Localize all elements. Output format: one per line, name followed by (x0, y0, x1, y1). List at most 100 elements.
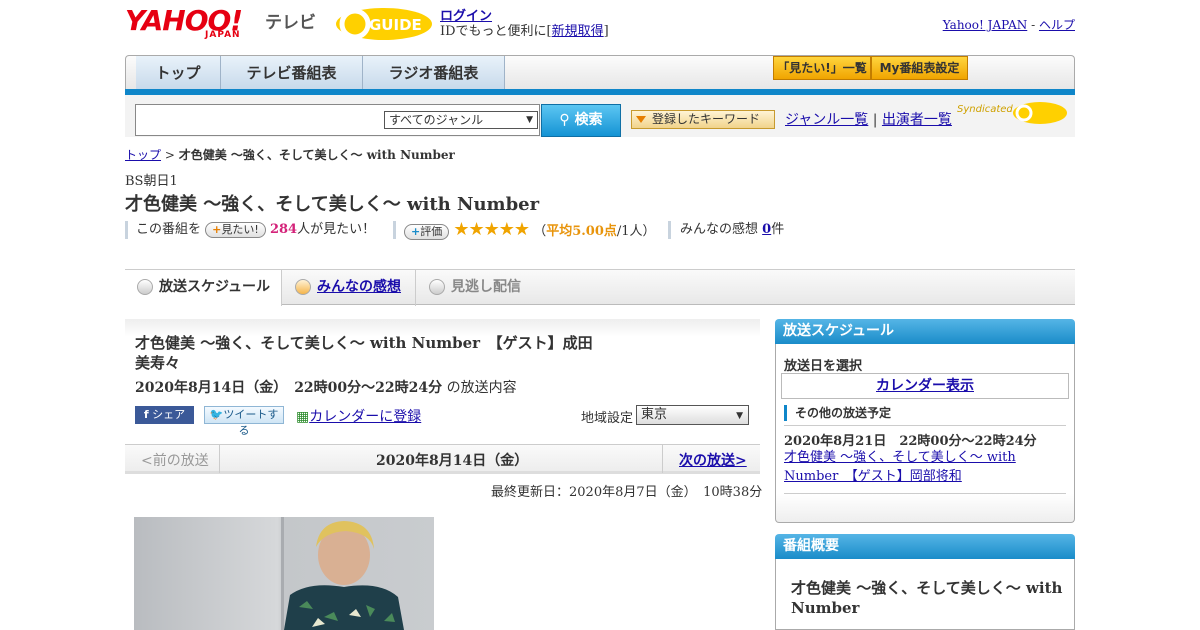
want-button[interactable]: +見たい! (205, 221, 266, 238)
want-suffix: 人が見たい！ (297, 222, 376, 237)
registered-keywords-button[interactable]: 登録したキーワード (631, 110, 775, 129)
rating-open: （ (533, 224, 547, 239)
search-button-label: 検索 (574, 112, 603, 128)
stat-divider (393, 221, 396, 239)
twitter-bird-icon: 🐦 (209, 408, 224, 421)
sidebar-overview-header: 番組概要 (775, 534, 1075, 559)
channel-name: BS朝日1 (125, 174, 178, 189)
calendar-register-link[interactable]: カレンダーに登録 (309, 409, 421, 425)
region-select-value: 東京 (641, 407, 668, 422)
episode-datetime-line: 2020年8月14日（金） 22時00分～22時24分 の放送内容 (135, 377, 517, 397)
genre-list-link[interactable]: ジャンル一覧 (785, 112, 868, 128)
breadcrumb-separator: > (164, 148, 175, 162)
stat-divider (668, 221, 671, 239)
impressions-count-link[interactable]: 0 (762, 222, 771, 237)
calendar-icon: ▦ (296, 409, 310, 425)
other-broadcasts-label: その他の放送予定 (784, 405, 891, 421)
want-list-button[interactable]: 「見たい!」一覧 (773, 56, 871, 80)
help-link[interactable]: ヘルプ (1039, 18, 1075, 32)
tab-missed-streaming[interactable]: 見逃し配信 (417, 270, 547, 306)
program-tabs: 放送スケジュール みんなの感想 見逃し配信 (125, 269, 1075, 306)
episode-datetime: 2020年8月14日（金） 22時00分～22時24分 (135, 380, 443, 396)
prev-broadcast-button[interactable]: <前の放送 (141, 450, 209, 470)
tv-logo-text[interactable]: テレビ (265, 8, 316, 33)
nav-tab-radio-schedule[interactable]: ラジオ番組表 (363, 56, 505, 90)
episode-title: 才色健美 ～強く、そして美しく～ with Number 【ゲスト】成田美寿々 (135, 334, 593, 372)
impressions-label: みんなの感想 (680, 222, 759, 237)
breadcrumb-top-link[interactable]: トップ (125, 148, 161, 162)
last-updated: 最終更新日：2020年8月7日（金） 10時38分 (491, 485, 763, 500)
overview-program-title: 才色健美 ～強く、そして美しく～ with Number (791, 579, 1063, 617)
tab-schedule-label: 放送スケジュール (159, 279, 271, 295)
id-promo-text: IDでもっと便利に[ (440, 24, 552, 39)
chevron-down-icon (137, 279, 153, 295)
want-button-label: 見たい! (221, 222, 259, 236)
want-count: 284 (269, 222, 298, 237)
guest-photo-illustration (281, 517, 404, 630)
region-select[interactable]: 東京 ▼ (636, 405, 749, 425)
header-links: Yahoo! JAPAN - ヘルプ (943, 16, 1075, 33)
want-prefix: この番組を (136, 222, 202, 237)
gguide-badge-logo (1013, 102, 1067, 124)
rating-button-label: 評価 (420, 224, 443, 238)
select-date-label: 放送日を選択 (784, 359, 863, 374)
calendar-display-box: カレンダー表示 (781, 373, 1069, 399)
stat-divider (125, 221, 128, 239)
divider (784, 493, 1066, 494)
rating-stars: ★★★★★ (453, 219, 530, 240)
program-title: 才色健美 ～強く、そして美しく～ with Number (125, 194, 540, 215)
pager-date: 2020年8月14日（金） (376, 453, 529, 469)
genre-select[interactable]: すべてのジャンル ▼ (384, 111, 538, 129)
tab-reviews-label: みんなの感想 (317, 279, 401, 295)
tab-reviews[interactable]: みんなの感想 (283, 270, 416, 306)
other-broadcast-link[interactable]: 才色健美 ～強く、そして美しく～ with Number 【ゲスト】岡部将和 (784, 448, 1064, 486)
signup-link[interactable]: 新規取得 (552, 24, 604, 39)
search-icon: ⚲ (559, 112, 570, 128)
chevron-down-icon: ▼ (736, 411, 743, 421)
id-promo-close: ] (603, 24, 609, 39)
pager-divider (219, 445, 220, 473)
facebook-icon: f (143, 408, 149, 421)
calendar-display-link[interactable]: カレンダー表示 (876, 378, 974, 394)
pager-divider (662, 445, 663, 473)
want-stats: この番組を +見たい! 284人が見たい！ (136, 220, 375, 240)
rating-stats: +評価 ★★★★★ （平均5.00点/1人） (404, 219, 656, 243)
play-icon (429, 279, 445, 295)
gguide-logo-text: GUIDE (369, 16, 422, 34)
rating-average: 平均5.00点 (546, 224, 617, 239)
calendar-register[interactable]: ▦カレンダーに登録 (296, 406, 421, 426)
facebook-share-label: シェア (152, 408, 186, 421)
sidebar-schedule-header: 放送スケジュール (775, 319, 1075, 344)
breadcrumb: トップ > 才色健美 ～強く、そして美しく～ with Number (125, 146, 455, 163)
performer-list-link[interactable]: 出演者一覧 (882, 112, 952, 128)
tab-missed-streaming-label: 見逃し配信 (451, 279, 521, 295)
gguide-logo[interactable]: GUIDE (335, 6, 433, 42)
other-broadcast-datetime: 2020年8月21日 22時00分～22時24分 (784, 434, 1037, 449)
rating-count: /1人） (616, 224, 656, 239)
facebook-share-button[interactable]: f シェア (135, 406, 194, 424)
genre-select-value: すべてのジャンル (389, 113, 484, 127)
divider (784, 425, 1066, 426)
search-links: ジャンル一覧 | 出演者一覧 (785, 109, 952, 129)
guest-photo (134, 517, 434, 630)
search-button[interactable]: ⚲ 検索 (541, 104, 621, 137)
tweet-button[interactable]: 🐦ツイートする (204, 406, 284, 437)
impressions-unit: 件 (771, 222, 785, 237)
yahoo-japan-link[interactable]: Yahoo! JAPAN (943, 18, 1028, 32)
nav-tab-top[interactable]: トップ (136, 56, 221, 90)
nav-tab-tv-schedule[interactable]: テレビ番組表 (221, 56, 363, 90)
id-promo: IDでもっと便利に[新規取得] (440, 20, 609, 39)
my-schedule-settings-button[interactable]: My番組表設定 (871, 56, 968, 80)
plus-icon: + (212, 222, 222, 236)
yahoo-japan-logo-text: JAPAN (205, 30, 241, 40)
episode-content-suffix: の放送内容 (446, 380, 517, 396)
plus-icon: + (411, 224, 421, 238)
play-icon (295, 279, 311, 295)
tab-schedule[interactable]: 放送スケジュール (125, 270, 282, 306)
header-link-separator: - (1031, 18, 1036, 32)
rating-button[interactable]: +評価 (404, 223, 450, 240)
next-broadcast-link[interactable]: 次の放送> (679, 450, 747, 470)
chevron-down-icon: ▼ (526, 115, 533, 125)
search-link-separator: | (872, 112, 878, 128)
syndicated-gguide-badge: Syndicated (957, 104, 1013, 115)
